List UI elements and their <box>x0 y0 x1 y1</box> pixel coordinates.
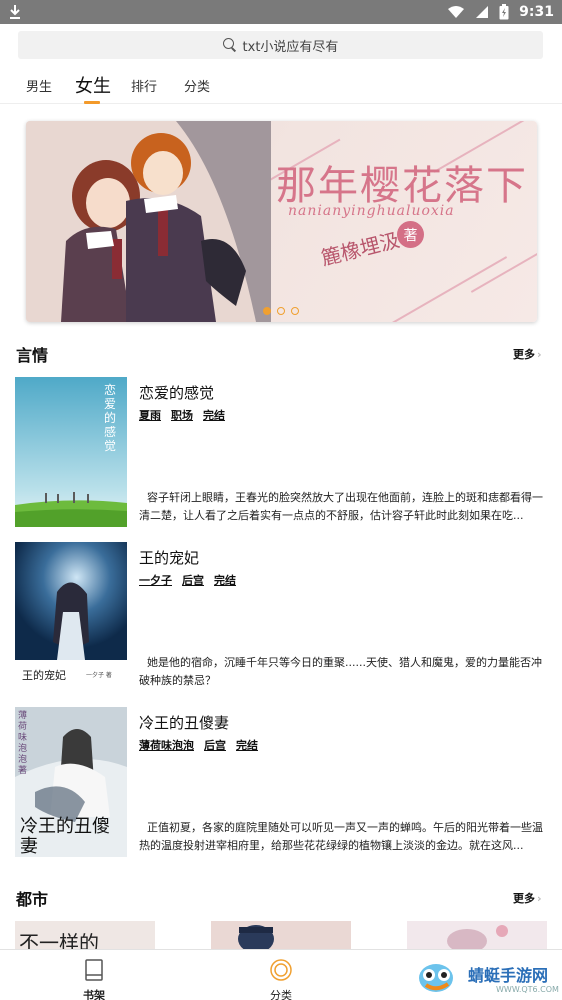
book-author-tag[interactable]: 薄荷味泡泡 <box>139 737 194 753</box>
book-tags: 夏雨 职场 完结 <box>139 407 225 423</box>
book-author-tag[interactable]: 一夕子 <box>139 572 172 588</box>
book-description: 容子轩闭上眼睛，王春光的脸突然放大了出现在他面前，连脸上的斑和痣都看得一清二楚，… <box>139 491 543 522</box>
nav-label: 书架 <box>83 989 105 1000</box>
banner-subtitle: nanianyinghualuoxia <box>288 203 455 219</box>
battery-icon <box>499 4 509 20</box>
book-author-tag[interactable]: 夏雨 <box>139 407 161 423</box>
target-icon <box>270 959 292 981</box>
book-description: 她是他的宿命，沉睡千年只等今日的重聚......天使、猎人和魔鬼，爱的力量能否冲… <box>139 656 542 687</box>
carousel-dot[interactable] <box>291 307 299 315</box>
status-bar: 9:31 <box>0 0 562 24</box>
book-title: 王的宠妃 <box>139 549 200 567</box>
tab-category[interactable]: 分类 <box>184 76 210 95</box>
nav-category[interactable]: 分类 <box>251 958 311 1000</box>
wifi-icon <box>448 6 465 18</box>
watermark-url: WWW.QT6.COM <box>496 985 559 994</box>
book-item[interactable]: 恋爱的感觉 恋爱的感觉 夏雨 职场 完结 容子轩闭上眼睛，王春光的脸突然放大了出… <box>0 377 562 532</box>
banner-illustration <box>26 121 271 322</box>
search-text: txt小说应有尽有 <box>242 39 339 55</box>
book-tags: 一夕子 后宫 完结 <box>139 572 236 588</box>
book-description: 正值初夏，各家的庭院里随处可以听见一声又一声的蝉鸣。午后的阳光带着一些温热的温度… <box>139 821 543 852</box>
more-link-dushi[interactable]: 更多 <box>513 890 542 906</box>
download-icon <box>10 5 20 19</box>
cover-title: 冷王的丑傻妻 <box>20 816 110 857</box>
carousel-dots <box>263 307 299 315</box>
nav-bookshelf[interactable]: 书架 <box>64 958 124 1000</box>
nav-label: 分类 <box>270 989 292 1000</box>
book-icon <box>85 959 103 981</box>
cover-illustration <box>238 925 274 949</box>
watermark-text: 蜻蜓手游网 <box>468 966 549 985</box>
section-title-dushi: 都市 <box>16 890 49 909</box>
more-link-yanqing[interactable]: 更多 <box>513 346 542 362</box>
book-status-tag: 完结 <box>203 409 225 422</box>
carousel-dot[interactable] <box>277 307 285 315</box>
carousel-dot[interactable] <box>263 307 271 315</box>
banner-decoration <box>384 256 508 322</box>
book-title: 冷王的丑傻妻 <box>139 714 230 732</box>
banner-badge: 著 <box>397 221 424 248</box>
book-genre-tag[interactable]: 后宫 <box>182 572 204 588</box>
book-cover[interactable] <box>211 921 351 949</box>
tab-male[interactable]: 男生 <box>26 76 52 95</box>
tab-ranking[interactable]: 排行 <box>131 76 157 95</box>
section-title-yanqing: 言情 <box>16 346 49 365</box>
cover-illustration <box>447 925 508 949</box>
book-status-tag: 完结 <box>214 574 236 587</box>
book-genre-tag[interactable]: 职场 <box>171 407 193 423</box>
banner-author: 簏橡埋汲 <box>318 227 403 271</box>
cover-title: 不一样的 <box>19 931 99 949</box>
search-icon <box>222 38 237 52</box>
book-item[interactable]: 冷王的丑傻妻 薄荷味泡泡 著 冷王的丑傻妻 薄荷味泡泡 后宫 完结 正值初夏，各… <box>0 707 562 862</box>
active-tab-indicator <box>84 101 100 104</box>
signal-icon <box>476 6 489 18</box>
status-time: 9:31 <box>519 4 554 20</box>
book-status-tag: 完结 <box>236 739 258 752</box>
cover-title: 恋爱的感觉 <box>104 383 117 453</box>
tab-female[interactable]: 女生 <box>75 72 111 98</box>
search-bar[interactable]: txt小说应有尽有 <box>18 31 543 59</box>
app-screen: 9:31 txt小说应有尽有 男生 女生 排行 分类 那年樱花落下 nanian… <box>0 0 562 1000</box>
banner-carousel[interactable]: 那年樱花落下 nanianyinghualuoxia 簏橡埋汲 著 <box>26 121 537 322</box>
category-tabs: 男生 女生 排行 分类 <box>0 66 562 104</box>
cover-author: 薄荷味泡泡 著 <box>18 711 28 776</box>
book-item[interactable]: 王的宠妃 一夕子 著 王的宠妃 一夕子 后宫 完结 她是他的宿命，沉睡千年只等今… <box>0 542 562 697</box>
cover-title: 王的宠妃 <box>22 669 66 682</box>
book-title: 恋爱的感觉 <box>139 384 215 402</box>
book-tags: 薄荷味泡泡 后宫 完结 <box>139 737 258 753</box>
book-cover[interactable] <box>407 921 547 949</box>
cover-author: 一夕子 著 <box>86 672 112 679</box>
book-genre-tag[interactable]: 后宫 <box>204 737 226 753</box>
book-cover[interactable]: 不一样的 <box>15 921 155 949</box>
